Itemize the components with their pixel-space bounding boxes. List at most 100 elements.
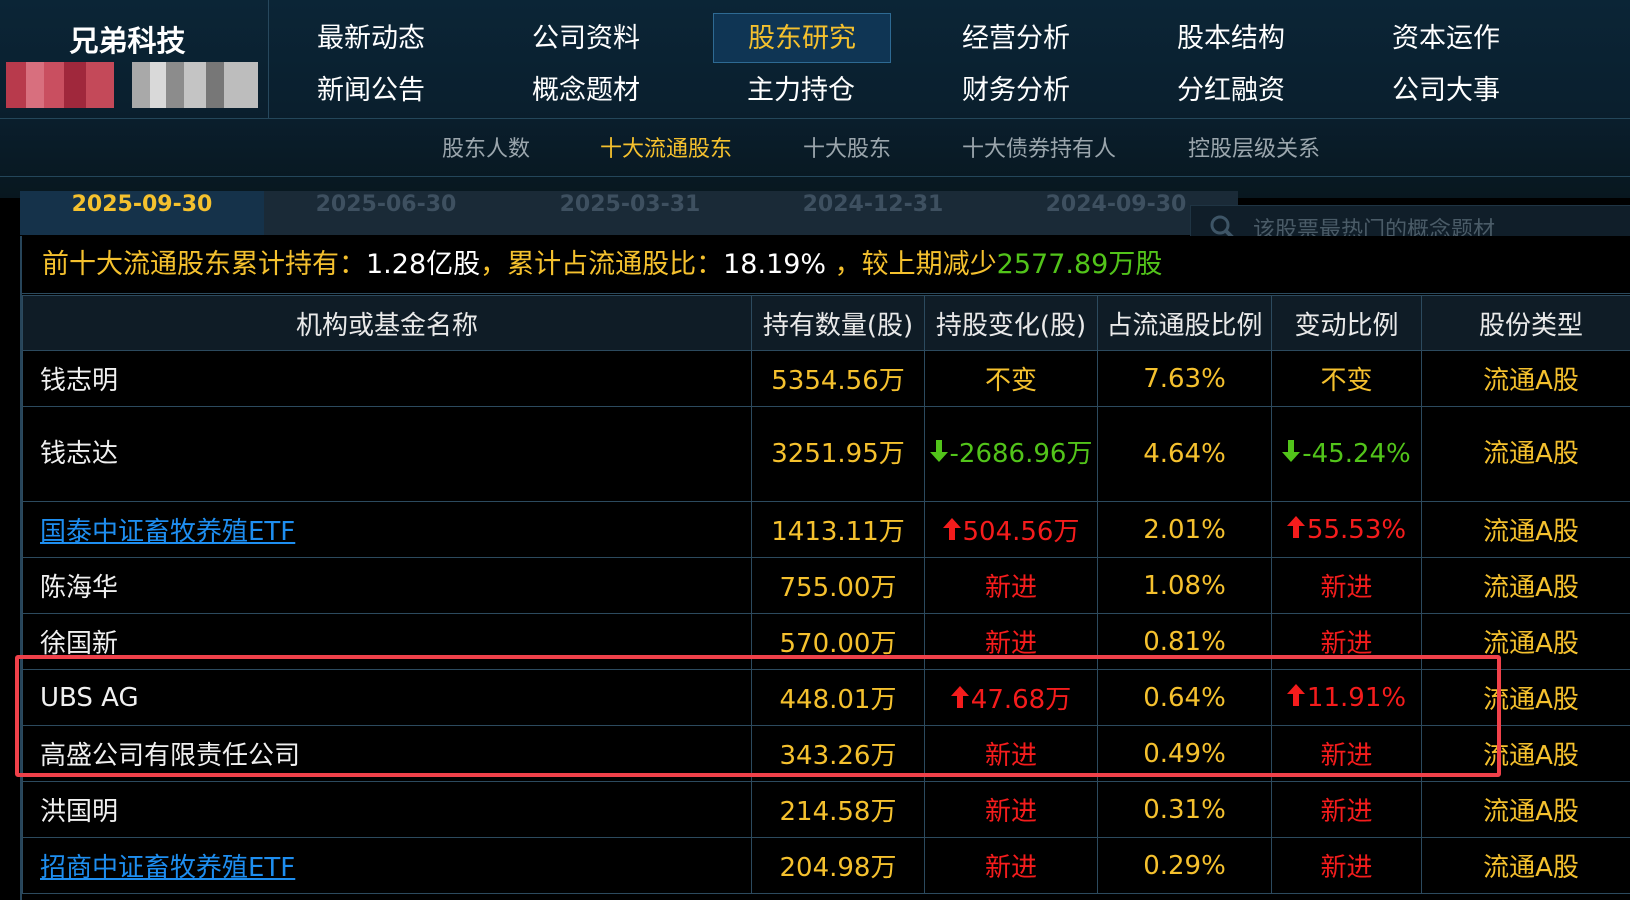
cell-change: 504.56万 <box>924 501 1098 558</box>
table-row: UBS AG 448.01万 47.68万 0.64% 11.91% 流通A股 <box>22 669 1630 726</box>
cell-holding: 448.01万 <box>751 669 925 726</box>
cell-change-pct: 55.53% <box>1271 501 1422 558</box>
change-value: 47.68万 <box>970 685 1072 715</box>
nav-dividends-financing[interactable]: 分红融资 <box>1143 69 1319 113</box>
nav-financial-analysis[interactable]: 财务分析 <box>928 69 1104 113</box>
cell-change-pct: 新进 <box>1271 613 1422 670</box>
cell-holder-name: 陈海华 <box>22 557 752 614</box>
summary-total-value: 1.28亿股 <box>366 249 481 280</box>
table-body: 钱志明 5354.56万 不变 7.63% 不变 流通A股 钱志达 3251.95万 -2686… <box>22 350 1630 894</box>
cell-share-type: 流通A股 <box>1421 837 1630 894</box>
cell-float-ratio: 2.01% <box>1097 501 1272 558</box>
change-value: 新进 <box>984 741 1037 771</box>
table-row: 招商中证畜牧养殖ETF 204.98万 新进 0.29% 新进 流通A股 <box>22 837 1630 894</box>
col-header-type: 股份类型 <box>1421 295 1630 351</box>
holder-name-text: 钱志明 <box>40 366 119 396</box>
redacted-stock-price <box>132 62 258 108</box>
change-pct-value: 55.53% <box>1306 514 1407 545</box>
cell-float-ratio: 0.81% <box>1097 613 1272 670</box>
header-bar: 兄弟科技 最新动态 公司资料 股东研究 经营分析 股本结构 资本运作 新闻公告 … <box>0 0 1630 198</box>
subnav-top10-holders[interactable]: 十大股东 <box>803 132 891 168</box>
subnav-shareholder-count[interactable]: 股东人数 <box>442 132 530 168</box>
table-row: 高盛公司有限责任公司 343.26万 新进 0.49% 新进 流通A股 <box>22 725 1630 782</box>
cell-float-ratio: 4.64% <box>1097 406 1272 502</box>
col-header-ratio: 占流通股比例 <box>1097 295 1272 351</box>
subnav-holding-hierarchy[interactable]: 控股层级关系 <box>1188 132 1320 168</box>
cell-change: 新进 <box>924 725 1098 782</box>
cell-share-type: 流通A股 <box>1421 725 1630 782</box>
nav-concepts[interactable]: 概念题材 <box>498 69 674 113</box>
cell-holder-name: 国泰中证畜牧养殖ETF <box>22 501 752 558</box>
cell-holder-name: 洪国明 <box>22 781 752 838</box>
cell-share-type: 流通A股 <box>1421 669 1630 726</box>
cell-holding: 5354.56万 <box>751 350 925 407</box>
nav-main-holdings[interactable]: 主力持仓 <box>713 69 889 113</box>
cell-share-type: 流通A股 <box>1421 406 1630 502</box>
cell-change-pct: 新进 <box>1271 557 1422 614</box>
holder-name-link[interactable]: 招商中证畜牧养殖ETF <box>40 853 295 883</box>
change-pct-value: 新进 <box>1320 741 1373 771</box>
change-pct-value: 不变 <box>1320 366 1373 396</box>
change-pct-value: 11.91% <box>1306 682 1407 713</box>
cell-change: 新进 <box>924 781 1098 838</box>
tab-date-2024-12-31[interactable]: 2024-12-31 <box>751 191 995 235</box>
cell-holding: 343.26万 <box>751 725 925 782</box>
cell-change: 新进 <box>924 613 1098 670</box>
col-header-change-pct: 变动比例 <box>1271 295 1422 351</box>
holder-name-text: 徐国新 <box>40 629 119 659</box>
nav-share-structure[interactable]: 股本结构 <box>1143 17 1319 61</box>
subnav-divider <box>0 176 1630 177</box>
nav-announcements[interactable]: 新闻公告 <box>283 69 459 113</box>
change-pct-value: 新进 <box>1320 573 1373 603</box>
holder-name-text: 钱志达 <box>40 439 119 469</box>
holder-name-text: 陈海华 <box>40 573 119 603</box>
change-pct-value: 新进 <box>1320 853 1373 883</box>
nav-shareholder-research[interactable]: 股东研究 <box>713 13 891 63</box>
cell-holder-name: 钱志明 <box>22 350 752 407</box>
redacted-stock-code <box>6 62 114 108</box>
table-row: 钱志明 5354.56万 不变 7.63% 不变 流通A股 <box>22 350 1630 407</box>
change-value: 新进 <box>984 853 1037 883</box>
holder-name-link[interactable]: 国泰中证畜牧养殖ETF <box>40 517 295 547</box>
tab-date-2025-09-30[interactable]: 2025-09-30 <box>20 191 264 235</box>
nav-capital-operation[interactable]: 资本运作 <box>1358 17 1534 61</box>
cell-change: 新进 <box>924 837 1098 894</box>
cell-holding: 204.98万 <box>751 837 925 894</box>
change-value: 不变 <box>984 366 1037 396</box>
cell-share-type: 流通A股 <box>1421 781 1630 838</box>
subnav-top10-bond-holders[interactable]: 十大债券持有人 <box>962 132 1116 168</box>
table-row: 陈海华 755.00万 新进 1.08% 新进 流通A股 <box>22 557 1630 614</box>
change-value: 504.56万 <box>962 517 1080 547</box>
arrow-up-icon <box>1286 683 1305 713</box>
summary-change-value: 2577.89万股 <box>996 249 1163 280</box>
tab-date-2025-03-31[interactable]: 2025-03-31 <box>508 191 752 235</box>
nav-company-events[interactable]: 公司大事 <box>1358 69 1534 113</box>
nav-latest-news[interactable]: 最新动态 <box>283 17 459 61</box>
cell-change-pct: 新进 <box>1271 725 1422 782</box>
cell-change-pct: 新进 <box>1271 837 1422 894</box>
summary-ratio-value: 18.19% <box>723 249 827 280</box>
cell-float-ratio: 0.31% <box>1097 781 1272 838</box>
change-value: 新进 <box>984 797 1037 827</box>
subnav-top10-float-holders[interactable]: 十大流通股东 <box>600 132 732 168</box>
cell-float-ratio: 1.08% <box>1097 557 1272 614</box>
cell-change: 47.68万 <box>924 669 1098 726</box>
tab-date-2025-06-30[interactable]: 2025-06-30 <box>264 191 508 235</box>
arrow-up-icon <box>950 685 969 715</box>
nav-company-profile[interactable]: 公司资料 <box>498 17 674 61</box>
cell-float-ratio: 0.49% <box>1097 725 1272 782</box>
cell-share-type: 流通A股 <box>1421 613 1630 670</box>
cell-float-ratio: 7.63% <box>1097 350 1272 407</box>
arrow-down-icon <box>929 434 948 474</box>
table-row: 国泰中证畜牧养殖ETF 1413.11万 504.56万 2.01% 55.53% 流通A… <box>22 501 1630 558</box>
summary-line: 前十大流通股东累计持有：1.28亿股，累计占流通股比：18.19% ，较上期减少… <box>22 236 1630 294</box>
change-value: 新进 <box>984 629 1037 659</box>
arrow-up-icon <box>942 517 961 547</box>
cell-holder-name: 招商中证畜牧养殖ETF <box>22 837 752 894</box>
nav-operation-analysis[interactable]: 经营分析 <box>928 17 1104 61</box>
col-header-name: 机构或基金名称 <box>22 295 752 351</box>
company-name: 兄弟科技 <box>69 24 186 58</box>
change-pct-value: 新进 <box>1320 797 1373 827</box>
cell-change: -2686.96万 <box>924 406 1098 502</box>
cell-holder-name: 高盛公司有限责任公司 <box>22 725 752 782</box>
